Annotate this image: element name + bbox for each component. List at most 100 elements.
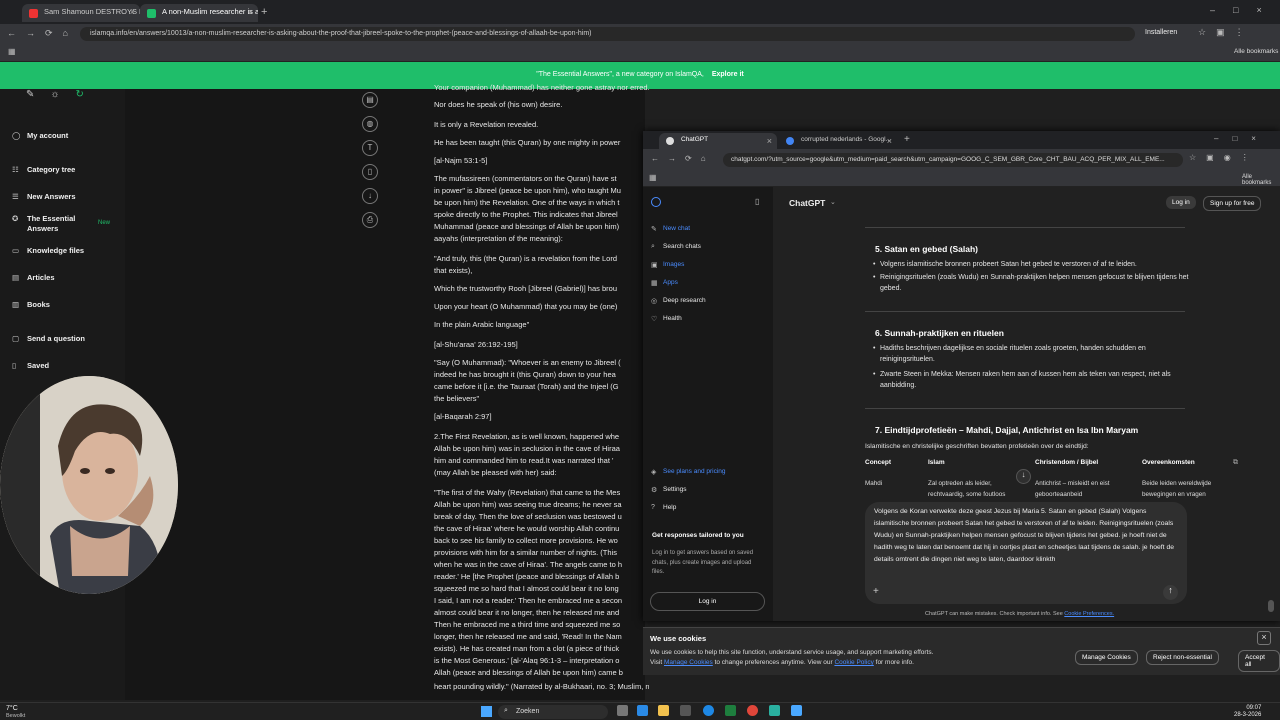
browser-tab-active[interactable]: A non-Muslim researcher is ask... × bbox=[140, 4, 258, 22]
chrome-icon[interactable] bbox=[747, 705, 758, 716]
browser-tab[interactable]: Sam Shamoun DESTROYS Mu... × bbox=[22, 4, 140, 22]
sidebar-item-health[interactable]: ♡ Health bbox=[651, 315, 682, 323]
signup-button[interactable]: Sign up for free bbox=[1203, 196, 1262, 211]
sidebar-item-new-answers[interactable]: ☰ New Answers bbox=[12, 192, 76, 201]
nav-buttons[interactable]: ←→⟳⌂ bbox=[651, 154, 715, 163]
all-bookmarks[interactable]: Alle bookmarks bbox=[1234, 48, 1278, 55]
scroll-down-icon[interactable]: ↓ bbox=[1016, 469, 1031, 484]
bookmark-icon[interactable]: ▯ bbox=[362, 164, 378, 180]
cookie-preferences-link[interactable]: Cookie Preferences. bbox=[1064, 611, 1114, 617]
answers-icon: ☰ bbox=[12, 192, 19, 201]
manage-cookies-link[interactable]: Manage Cookies bbox=[664, 659, 713, 666]
chatgpt-logo-icon[interactable] bbox=[651, 197, 661, 207]
table-header: Islam bbox=[928, 459, 945, 466]
folder-icon[interactable] bbox=[658, 705, 669, 716]
explore-link[interactable]: Explore it bbox=[712, 71, 744, 78]
all-bookmarks[interactable]: Alle bookmarks bbox=[1242, 174, 1280, 186]
article-line: aayahs (interpretation of the meaning): bbox=[434, 234, 563, 243]
globe-icon[interactable]: ◍ bbox=[362, 116, 378, 132]
attach-icon[interactable]: + bbox=[873, 586, 879, 597]
weather-widget[interactable]: 7°C Bewolkt bbox=[6, 705, 25, 720]
download-icon[interactable]: ↓ bbox=[362, 188, 378, 204]
sidebar-item-help[interactable]: ? Help bbox=[651, 504, 677, 511]
article-line: in power" is Jibreel (peace be upon him)… bbox=[434, 186, 621, 195]
sidebar-item-saved[interactable]: ▯ Saved bbox=[12, 361, 49, 370]
sidebar-item-deep-research[interactable]: ◎ Deep research bbox=[651, 297, 706, 305]
article-line: be upon him) the Revelation. One of the … bbox=[434, 198, 620, 207]
sidebar-label: Help bbox=[663, 504, 677, 511]
apps-icon[interactable]: ▦ bbox=[649, 173, 657, 182]
window-controls[interactable]: –□× bbox=[1214, 134, 1270, 143]
sidebar-tool-icons[interactable]: ✎☼↻ bbox=[26, 89, 100, 100]
close-icon[interactable]: × bbox=[130, 7, 135, 17]
article-line: came before it [i.e. the Tauraat (Torah)… bbox=[434, 382, 619, 391]
window-controls[interactable]: –□× bbox=[1210, 5, 1280, 15]
windows-start-icon[interactable] bbox=[481, 706, 492, 717]
sidebar-item-books[interactable]: ▥ Books bbox=[12, 300, 50, 309]
sidebar-item-knowledge-files[interactable]: ▭ Knowledge files bbox=[12, 246, 84, 255]
sidebar-item-plans[interactable]: ◈ See plans and pricing bbox=[651, 468, 726, 476]
table-cell: Zal optreden als leider, rechtvaardig, s… bbox=[928, 480, 1006, 498]
sidebar-item-settings[interactable]: ⚙ Settings bbox=[651, 486, 687, 494]
audio-icon[interactable]: ▤ bbox=[362, 92, 378, 108]
scrollbar[interactable] bbox=[1268, 600, 1274, 612]
model-selector[interactable]: ChatGPT bbox=[789, 198, 825, 208]
sidebar-item-essential-answers[interactable]: ✪ The Essential Answers bbox=[12, 214, 102, 234]
apps-icon: ▦ bbox=[651, 280, 658, 287]
print-icon[interactable]: ⎙ bbox=[362, 212, 378, 228]
apps-icon[interactable]: ▦ bbox=[8, 47, 16, 56]
sidebar-item-apps[interactable]: ▦ Apps bbox=[651, 279, 678, 287]
copy-icon[interactable]: ⧉ bbox=[1233, 459, 1238, 467]
close-icon[interactable]: × bbox=[887, 136, 892, 146]
sidebar-item-search[interactable]: ⌕ Search chats bbox=[651, 243, 701, 250]
article-line: Allah (peace and blessings of Allah be u… bbox=[434, 668, 623, 677]
close-icon[interactable]: × bbox=[248, 7, 253, 17]
telegram-icon[interactable] bbox=[637, 705, 648, 716]
sidebar-label: New chat bbox=[663, 225, 691, 232]
article-line: back to see his family to collect more p… bbox=[434, 536, 618, 545]
sidebar-login-button[interactable]: Log in bbox=[650, 592, 765, 611]
section-heading: 6. Sunnah-praktijken en rituelen bbox=[875, 328, 1004, 338]
list-item: Hadiths beschrijven dagelijkse en social… bbox=[873, 344, 1190, 365]
clock[interactable]: 09:07 28-3-2026 bbox=[1234, 705, 1261, 719]
new-tab-icon[interactable]: + bbox=[261, 6, 267, 18]
close-icon[interactable]: × bbox=[767, 136, 772, 146]
font-size-icon[interactable]: T bbox=[362, 140, 378, 156]
accept-all-button[interactable]: Accept all bbox=[1238, 650, 1280, 672]
sidebar-item-category-tree[interactable]: ☷ Category tree bbox=[12, 165, 75, 174]
url-field[interactable]: islamqa.info/en/answers/10013/a-non-musl… bbox=[80, 27, 1135, 41]
install-button[interactable]: Installeren bbox=[1145, 29, 1177, 36]
article-line: almost could bear it no longer, then he … bbox=[434, 608, 620, 617]
send-icon[interactable]: ↑ bbox=[1163, 585, 1178, 600]
article-line: Nor does he speak of (his own) desire. bbox=[434, 100, 563, 109]
chevron-down-icon[interactable]: ⌄ bbox=[830, 198, 836, 206]
toolbar-icons[interactable]: ☆▣⋮ bbox=[1198, 27, 1254, 38]
toolbar-icons[interactable]: ☆▣◉⋮ bbox=[1189, 153, 1259, 162]
excel-icon[interactable] bbox=[725, 705, 736, 716]
close-icon[interactable]: × bbox=[1257, 631, 1271, 645]
cookie-policy-link[interactable]: Cookie Policy bbox=[834, 659, 873, 666]
sidebar-item-articles[interactable]: ▤ Articles bbox=[12, 273, 55, 282]
manage-cookies-button[interactable]: Manage Cookies bbox=[1075, 650, 1138, 665]
url-field[interactable]: chatgpt.com/?utm_source=google&utm_mediu… bbox=[723, 153, 1183, 167]
task-view-icon[interactable] bbox=[617, 705, 628, 716]
login-button[interactable]: Log in bbox=[1166, 196, 1196, 209]
app-icon[interactable] bbox=[680, 705, 691, 716]
app-icon[interactable] bbox=[769, 705, 780, 716]
nav-buttons[interactable]: ←→⟳⌂ bbox=[7, 28, 78, 39]
sidebar-item-send-question[interactable]: ▢ Send a question bbox=[12, 334, 85, 343]
new-tab-icon[interactable]: + bbox=[904, 134, 910, 145]
tree-icon: ☷ bbox=[12, 165, 19, 174]
reject-button[interactable]: Reject non-essential bbox=[1146, 650, 1219, 665]
tab-label: Sam Shamoun DESTROYS Mu... bbox=[44, 7, 140, 16]
sidebar-item-my-account[interactable]: ◯ My account bbox=[12, 131, 68, 140]
sidebar-toggle-icon[interactable]: ▯ bbox=[755, 197, 759, 206]
sidebar-item-new-chat[interactable]: ✎ New chat bbox=[651, 225, 691, 233]
time: 09:07 bbox=[1246, 705, 1262, 711]
list-item: Zwarte Steen in Mekka: Mensen raken hem … bbox=[873, 370, 1190, 391]
app-icon[interactable] bbox=[791, 705, 802, 716]
taskbar-search[interactable]: ⌕ Zoeken bbox=[498, 705, 608, 719]
edge-icon[interactable] bbox=[703, 705, 714, 716]
chat-input-text[interactable]: Volgens de Koran verwekte deze geest Jez… bbox=[874, 506, 1179, 566]
sidebar-item-images[interactable]: ▣ Images bbox=[651, 261, 684, 269]
